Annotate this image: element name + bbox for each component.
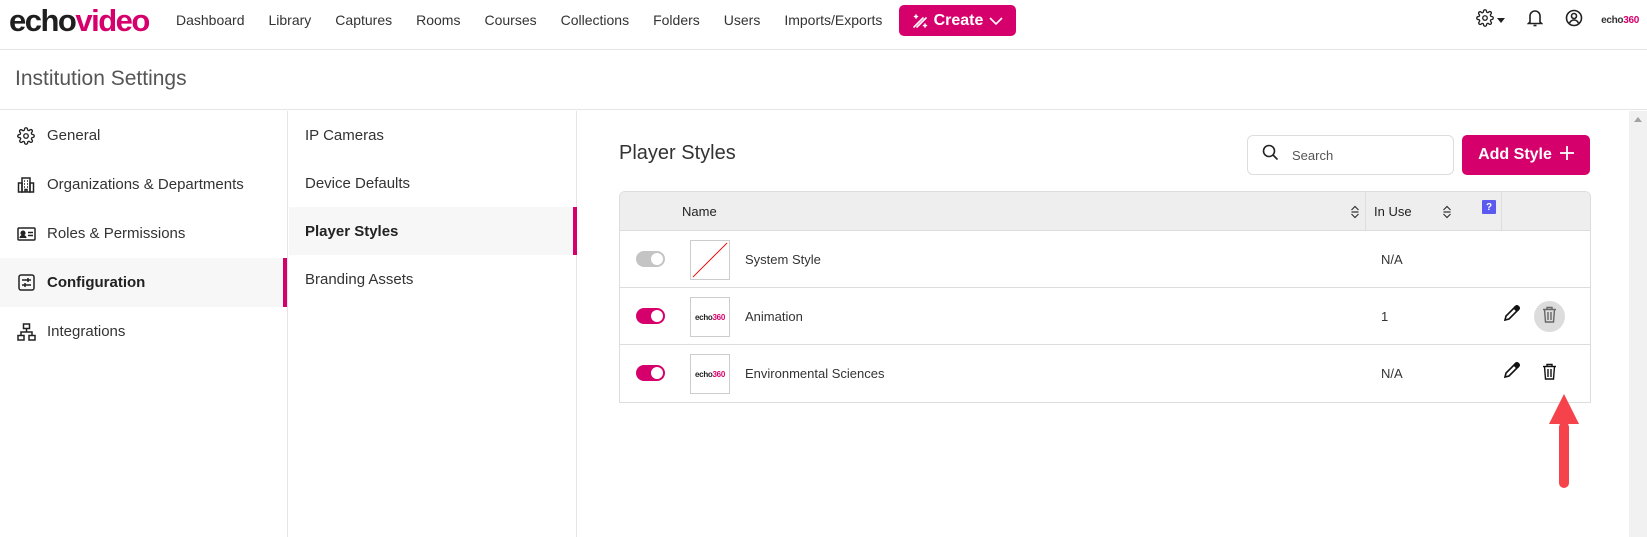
nav-courses[interactable]: Courses [484,12,536,28]
player-styles-table: Name In Use ? System Style N/A echo360 A… [619,191,1591,403]
chevron-down-icon [989,16,1003,26]
settings-menu-button[interactable] [1476,8,1506,32]
caret-down-icon [1497,11,1506,29]
top-right-toolbar: echo360 [1476,0,1647,40]
sidebar-item-integrations[interactable]: Integrations [0,307,287,356]
user-account-button[interactable] [1565,9,1583,32]
gear-icon [16,126,36,146]
toggle-knob [651,367,663,379]
table-row: System Style N/A [620,231,1590,288]
style-thumbnail-echo360: echo360 [690,297,730,337]
sidebar-item-label: General [47,127,101,144]
style-name: Environmental Sciences [745,366,885,381]
section-title: Player Styles [619,142,736,164]
vertical-scrollbar[interactable] [1629,111,1647,537]
subnav-item-ip-cameras[interactable]: IP Cameras [289,111,576,159]
page-title: Institution Settings [15,67,187,90]
magic-wand-icon [912,13,928,29]
main-nav: Dashboard Library Captures Rooms Courses… [176,0,906,40]
style-name: System Style [745,252,821,267]
id-card-icon [16,224,36,244]
search-icon [1262,144,1279,166]
nav-collections[interactable]: Collections [561,12,629,28]
network-icon [16,322,36,342]
toggle-knob [651,253,663,265]
style-name: Animation [745,309,803,324]
subnav-item-device-defaults[interactable]: Device Defaults [289,159,576,207]
notifications-button[interactable] [1526,9,1544,32]
scroll-up-arrow-icon[interactable] [1629,111,1647,127]
style-thumbnail-echo360: echo360 [690,354,730,394]
create-label: Create [933,11,984,29]
nav-folders[interactable]: Folders [653,12,700,28]
table-header: Name In Use ? [620,192,1590,231]
subnav-item-player-styles[interactable]: Player Styles [289,207,577,255]
column-header-in-use[interactable]: In Use [1374,192,1412,231]
edit-button[interactable] [1500,361,1522,384]
toggle-knob [651,310,663,322]
column-header-name[interactable]: Name [682,192,717,231]
nav-imports-exports[interactable]: Imports/Exports [784,12,882,28]
plus-icon [1559,145,1574,165]
column-divider [1365,192,1366,231]
in-use-value: 1 [1381,309,1389,324]
in-use-value: N/A [1381,366,1403,381]
nav-captures[interactable]: Captures [335,12,392,28]
sidebar-item-configuration[interactable]: Configuration [0,258,287,307]
bell-icon [1526,9,1544,32]
search-box [1247,135,1454,175]
delete-button[interactable] [1534,358,1565,389]
style-thumbnail-empty [690,240,730,280]
in-use-value: N/A [1381,252,1403,267]
column-divider [1501,192,1502,231]
help-icon[interactable]: ? [1482,200,1496,214]
echovideo-logo[interactable]: echovideo [9,3,150,39]
edit-button[interactable] [1500,304,1522,327]
enabled-toggle[interactable] [636,251,665,267]
add-style-button[interactable]: Add Style [1462,135,1590,175]
sort-in-use-icon[interactable] [1442,192,1452,231]
trash-icon [1542,306,1557,328]
sidebar-item-roles-permissions[interactable]: Roles & Permissions [0,209,287,258]
page-header: Institution Settings [0,50,1647,110]
sidebar-item-general[interactable]: General [0,111,287,160]
pencil-icon [1503,304,1520,327]
sidebar-item-label: Roles & Permissions [47,225,186,242]
subnav-item-branding-assets[interactable]: Branding Assets [289,255,576,303]
delete-button[interactable] [1534,301,1565,332]
top-navigation-bar: echovideo Dashboard Library Captures Roo… [0,0,1647,50]
create-button[interactable]: Create [899,5,1016,36]
sidebar-item-label: Integrations [47,323,126,340]
sidebar-item-label: Organizations & Departments [47,176,244,193]
pencil-icon [1503,361,1520,384]
enabled-toggle[interactable] [636,308,665,324]
sidebar-item-label: Configuration [47,274,146,291]
user-account-icon [1565,9,1583,32]
player-styles-panel: Player Styles Add Style Name In Use ? [578,111,1629,537]
table-row: echo360 Environmental Sciences N/A [620,345,1590,402]
sidebar-item-organizations[interactable]: Organizations & Departments [0,160,287,209]
settings-sidebar: General Organizations & Departments Role… [0,111,288,537]
sort-name-icon[interactable] [1350,192,1360,231]
nav-users[interactable]: Users [724,12,761,28]
nav-library[interactable]: Library [269,12,312,28]
annotation-arrow-icon [1549,394,1579,490]
echo360-logo: echo360 [1601,14,1639,26]
nav-rooms[interactable]: Rooms [416,12,460,28]
sliders-icon [16,273,36,293]
building-icon [16,175,36,195]
table-row: echo360 Animation 1 [620,288,1590,345]
search-input[interactable] [1292,147,1442,163]
trash-icon [1542,363,1557,385]
enabled-toggle[interactable] [636,365,665,381]
configuration-subnav: IP Cameras Device Defaults Player Styles… [289,111,577,537]
nav-dashboard[interactable]: Dashboard [176,12,245,28]
settings-icon [1476,8,1494,32]
add-style-label: Add Style [1478,146,1552,163]
